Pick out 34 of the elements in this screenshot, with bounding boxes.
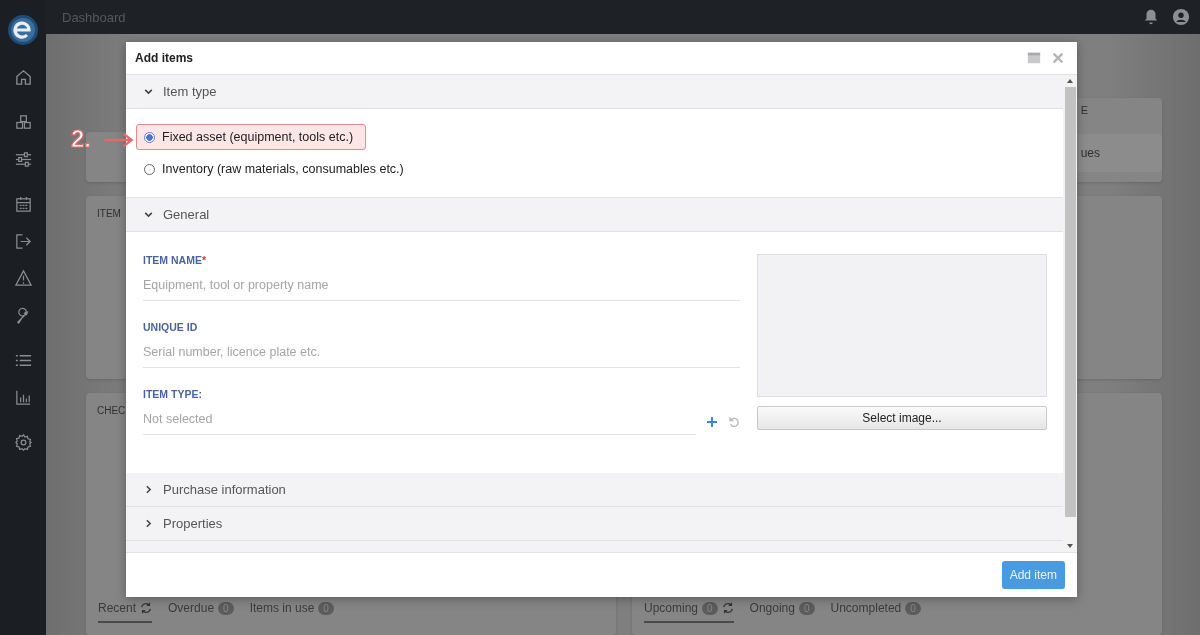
card-label: ues — [1080, 146, 1100, 160]
dialog-title: Add items — [135, 51, 193, 65]
field-label: UNIQUE ID — [143, 321, 199, 333]
sliders-icon[interactable] — [13, 150, 33, 169]
plus-icon[interactable] — [706, 415, 718, 428]
logo-icon[interactable] — [7, 14, 39, 46]
scroll-down-icon[interactable] — [1066, 543, 1074, 549]
field-label: ITEM TYPE: — [143, 388, 203, 400]
radio-button[interactable] — [144, 131, 155, 143]
sign-out-icon[interactable] — [13, 232, 33, 251]
chart-icon[interactable] — [13, 388, 33, 407]
scroll-up-icon[interactable] — [1066, 78, 1074, 84]
field-label: ITEM NAME* — [143, 254, 207, 266]
refresh-icon[interactable] — [721, 602, 734, 614]
scrollbar[interactable] — [1063, 75, 1077, 552]
arrow-icon — [103, 131, 135, 149]
home-icon[interactable] — [13, 68, 33, 87]
warning-icon[interactable] — [13, 269, 33, 288]
tab[interactable]: Recent — [98, 601, 153, 623]
panel-title: CHEC — [97, 405, 126, 416]
panel-title: ITEM — [97, 208, 121, 219]
bell-icon[interactable] — [1142, 8, 1160, 26]
option-label: Fixed asset (equipment, tools etc.) — [162, 130, 354, 144]
callout-number: 2. — [71, 125, 91, 153]
panel-title: E — [1080, 104, 1088, 116]
radio-button[interactable] — [144, 163, 155, 175]
cubes-icon[interactable] — [13, 113, 33, 132]
select-image-button[interactable]: Select image... — [757, 406, 1047, 430]
option-label: Inventory (raw materials, consumables etc.) — [162, 162, 404, 176]
add-item-button[interactable]: Add item — [1001, 561, 1065, 589]
settings-icon[interactable] — [13, 433, 33, 452]
refresh-icon[interactable] — [140, 602, 153, 614]
calendar-icon[interactable] — [13, 195, 33, 214]
user-icon[interactable] — [1172, 8, 1190, 26]
